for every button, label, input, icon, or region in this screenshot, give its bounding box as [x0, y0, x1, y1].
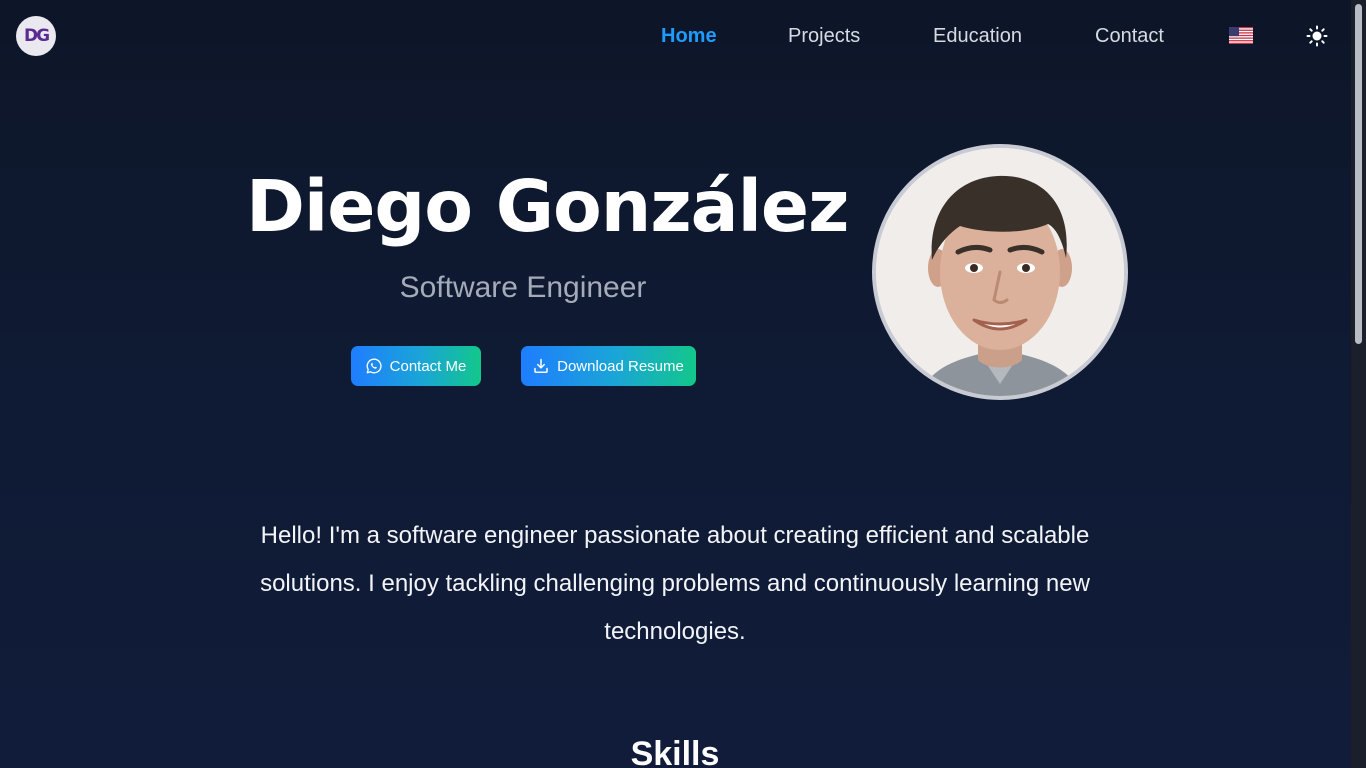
contact-me-button[interactable]: Contact Me — [351, 346, 481, 386]
whatsapp-icon — [366, 358, 382, 374]
sun-icon[interactable] — [1306, 25, 1328, 47]
download-resume-label: Download Resume — [557, 357, 684, 375]
profile-photo — [872, 144, 1128, 400]
profile-photo-image — [876, 148, 1124, 396]
us-flag-icon[interactable] — [1229, 27, 1253, 44]
skills-heading: Skills — [630, 735, 720, 768]
nav-projects[interactable]: Projects — [788, 24, 860, 48]
nav-education[interactable]: Education — [933, 24, 1022, 48]
hero-role: Software Engineer — [399, 271, 647, 304]
hero-name: Diego González — [246, 165, 849, 248]
scrollbar-thumb[interactable] — [1355, 4, 1362, 344]
nav-contact[interactable]: Contact — [1095, 24, 1164, 48]
download-resume-button[interactable]: Download Resume — [521, 346, 696, 386]
about-text: Hello! I'm a software engineer passionat… — [260, 522, 1090, 645]
logo[interactable]: DG — [16, 16, 56, 56]
page-scrollbar[interactable] — [1351, 0, 1366, 768]
contact-me-label: Contact Me — [389, 357, 467, 375]
download-icon — [534, 358, 548, 374]
nav-home[interactable]: Home — [661, 24, 717, 48]
